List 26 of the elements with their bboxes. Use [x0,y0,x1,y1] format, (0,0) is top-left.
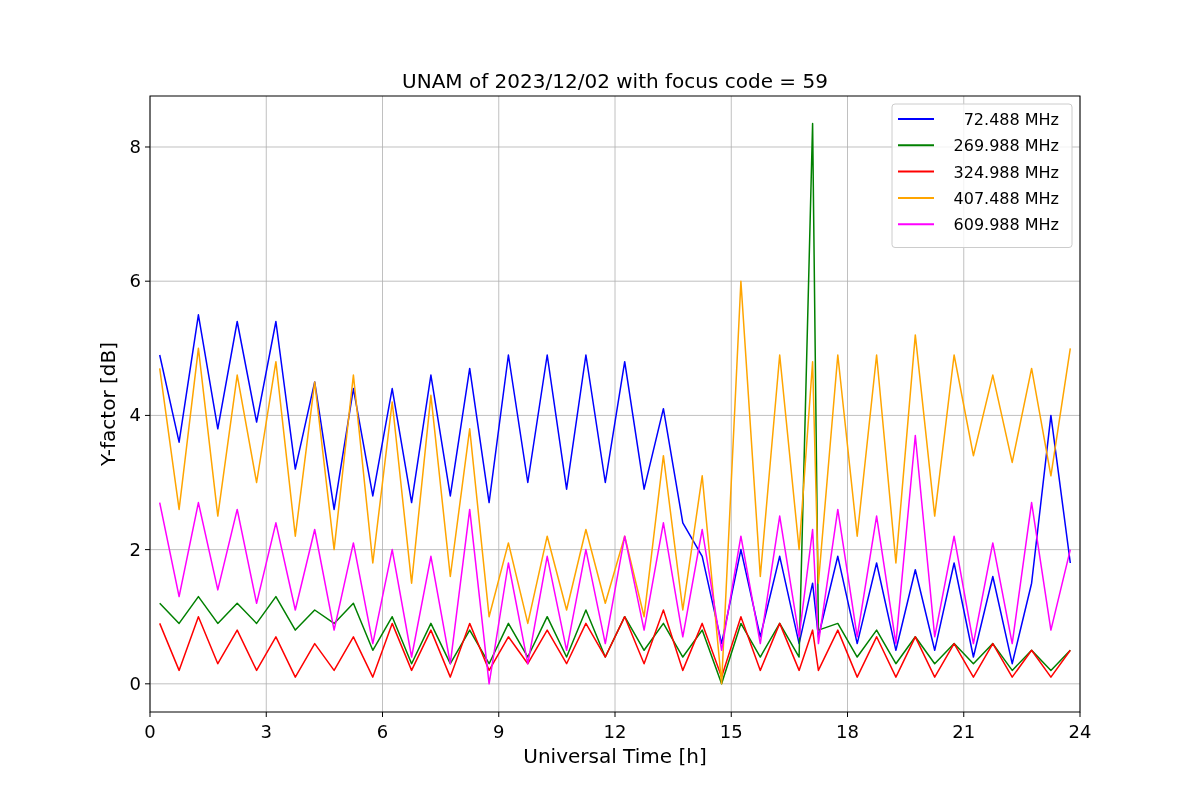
legend-label: 407.488 MHz [953,188,1059,208]
x-tick-label: 0 [144,721,156,742]
y-tick-label: 0 [129,672,141,694]
legend-swatch [897,196,935,199]
y-tick-label: 6 [129,270,141,292]
x-tick-label: 9 [493,721,505,742]
x-tick-label: 12 [603,721,627,742]
legend-label: 72.488 MHz [963,110,1059,129]
x-tick-label: 24 [1068,721,1092,742]
y-tick-label: 4 [129,404,141,426]
legend-swatch [897,144,935,147]
legend-label: 609.988 MHz [953,215,1059,235]
x-tick-label: 3 [260,721,272,742]
y-tick-label: 8 [129,136,141,157]
legend-swatch [897,223,935,226]
x-tick-label: 18 [836,721,859,742]
legend-label: 269.988 MHz [953,136,1059,156]
chart-title: UNAM of 2023/12/02 with focus code = 59 [402,69,828,93]
y-axis-label: Y-factor [dB] [96,342,120,466]
x-axis-label: Universal Time [h] [523,744,707,768]
x-tick-label: 15 [719,721,743,742]
x-tick-label: 21 [952,721,976,742]
x-tick-label: 6 [376,721,389,742]
legend-label: 324.988 MHz [953,162,1059,182]
y-tick-label: 2 [129,538,141,560]
legend-swatch [897,170,935,173]
